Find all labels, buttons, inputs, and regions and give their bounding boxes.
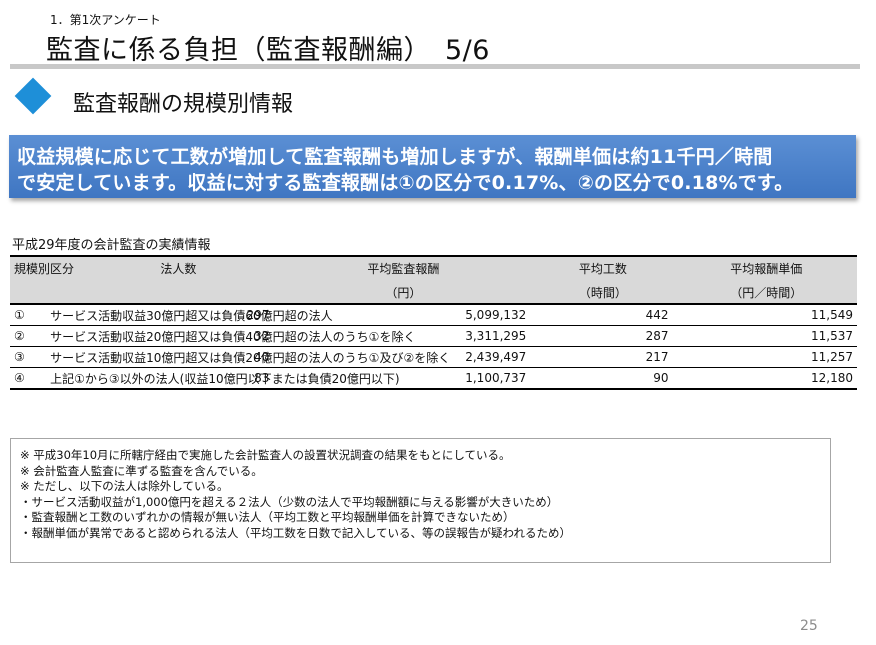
header-blank bbox=[47, 282, 85, 305]
row-unit-fee: 11,549 bbox=[676, 304, 857, 326]
header-avg-fee-unit: （円） bbox=[277, 282, 535, 305]
table-row: ② サービス活動収益20億円超又は負債40億円超の法人のうち①を除く 32 3,… bbox=[10, 325, 857, 347]
row-unit-fee: 11,537 bbox=[676, 325, 857, 347]
header-unit-fee: 平均報酬単価 bbox=[676, 255, 857, 282]
title-divider bbox=[10, 64, 860, 69]
row-avg-hours: 442 bbox=[534, 304, 677, 326]
header-unit-fee-unit: （円／時間） bbox=[676, 282, 857, 305]
row-number: ④ bbox=[10, 367, 48, 390]
row-avg-hours: 217 bbox=[534, 346, 677, 368]
table-row: ④ 上記①から③以外の法人(収益10億円以下または負債20億円以下) 83 1,… bbox=[10, 367, 857, 390]
table-row: ③ サービス活動収益10億円超又は負債20億円超の法人のうち①及び②を除く 40… bbox=[10, 346, 857, 368]
header-category: 規模別区分 bbox=[10, 255, 85, 282]
results-table: 規模別区分 法人数 平均監査報酬 平均工数 平均報酬単価 （円） （時間） （円… bbox=[10, 255, 857, 390]
row-category: サービス活動収益30億円超又は負債60億円超の法人 bbox=[47, 304, 333, 326]
table-header-row: 規模別区分 法人数 平均監査報酬 平均工数 平均報酬単価 bbox=[10, 255, 857, 282]
section-label: 1．第1次アンケート bbox=[50, 13, 161, 27]
table-row: ① サービス活動収益30億円超又は負債60億円超の法人 297 5,099,13… bbox=[10, 304, 857, 326]
note-line: ・サービス活動収益が1,000億円を超える２法人（少数の法人で平均報酬額に与える… bbox=[20, 494, 559, 509]
summary-line-2: で安定しています。収益に対する監査報酬は①の区分で0.17%、②の区分で0.18… bbox=[17, 172, 794, 194]
row-number: ① bbox=[10, 304, 48, 326]
note-line: ※ 平成30年10月に所轄庁経由で実施した会計監査人の設置状況調査の結果をもとに… bbox=[20, 448, 511, 462]
table-header-units-row: （円） （時間） （円／時間） bbox=[10, 282, 857, 305]
header-blank bbox=[10, 282, 48, 305]
row-unit-fee: 12,180 bbox=[676, 367, 857, 390]
row-avg-hours: 90 bbox=[534, 367, 677, 390]
row-category: 上記①から③以外の法人(収益10億円以下または負債20億円以下) bbox=[47, 367, 400, 390]
row-number: ② bbox=[10, 325, 48, 347]
note-line: ・監査報酬と工数のいずれかの情報が無い法人（平均工数と平均報酬単価を計算できない… bbox=[20, 510, 515, 524]
page-number: 25 bbox=[800, 618, 818, 634]
header-avg-hours-unit: （時間） bbox=[534, 282, 677, 305]
note-line: ※ 会計監査人監査に準ずる監査を含んでいる。 bbox=[20, 463, 263, 478]
diamond-bullet-icon bbox=[14, 77, 52, 115]
row-avg-hours: 287 bbox=[534, 325, 677, 347]
header-count: 法人数 bbox=[84, 255, 278, 282]
notes-box: ※ 平成30年10月に所轄庁経由で実施した会計監査人の設置状況調査の結果をもとに… bbox=[10, 438, 831, 563]
header-avg-hours: 平均工数 bbox=[534, 255, 677, 282]
page-title: 監査に係る負担（監査報酬編） 5/6 bbox=[46, 35, 490, 66]
table-caption: 平成29年度の会計監査の実績情報 bbox=[12, 238, 211, 253]
row-unit-fee: 11,257 bbox=[676, 346, 857, 368]
row-number: ③ bbox=[10, 346, 48, 368]
summary-banner: 収益規模に応じて工数が増加して監査報酬も増加しますが、報酬単価は約11千円／時間… bbox=[9, 135, 856, 198]
row-category: サービス活動収益10億円超又は負債20億円超の法人のうち①及び②を除く bbox=[47, 346, 450, 368]
note-line: ・報酬単価が異常であると認められる法人（平均工数を日数で記入している、等の誤報告… bbox=[20, 525, 571, 540]
summary-line-1: 収益規模に応じて工数が増加して監査報酬も増加しますが、報酬単価は約11千円／時間 bbox=[17, 146, 773, 168]
row-category: サービス活動収益20億円超又は負債40億円超の法人のうち①を除く bbox=[47, 325, 415, 347]
header-blank bbox=[84, 282, 278, 305]
note-line: ※ ただし、以下の法人は除外している。 bbox=[20, 479, 229, 493]
header-avg-fee: 平均監査報酬 bbox=[277, 255, 535, 282]
section-subtitle: 監査報酬の規模別情報 bbox=[73, 92, 294, 117]
